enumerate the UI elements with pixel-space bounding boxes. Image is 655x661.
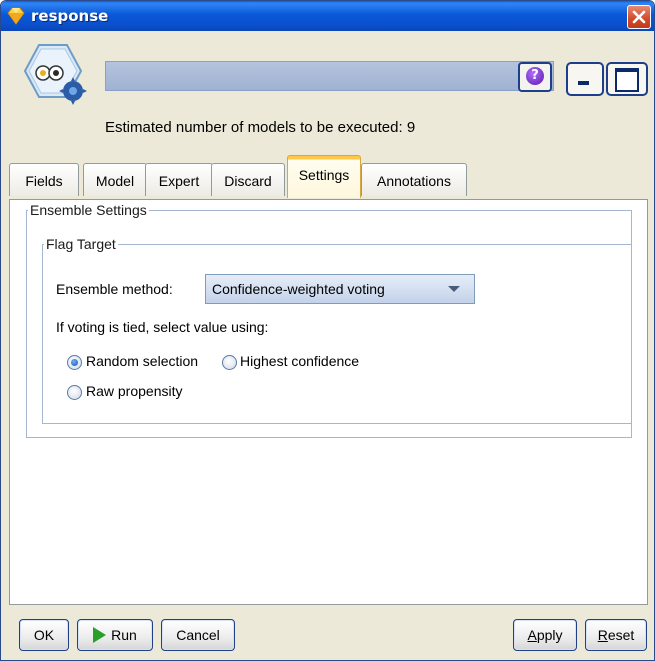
- tab-discard[interactable]: Discard: [211, 163, 285, 196]
- maximize-icon: [615, 68, 639, 92]
- flag-target-label: Flag Target: [44, 236, 118, 252]
- title-bar[interactable]: response: [1, 1, 654, 31]
- chevron-down-icon: [448, 286, 460, 292]
- tab-expert[interactable]: Expert: [145, 163, 213, 196]
- settings-panel: Ensemble Settings Flag Target Ensemble m…: [9, 199, 648, 605]
- close-icon: [632, 10, 646, 24]
- random-selection-label[interactable]: Random selection: [86, 353, 198, 369]
- diamond-logo-icon: [7, 7, 25, 25]
- minimize-icon: [578, 81, 589, 85]
- play-icon: [93, 627, 107, 643]
- maximize-button[interactable]: [606, 62, 648, 96]
- tab-annotations[interactable]: Annotations: [361, 163, 467, 196]
- reset-mnemonic: R: [597, 627, 608, 643]
- ensemble-settings-label: Ensemble Settings: [28, 202, 149, 218]
- tab-settings[interactable]: Settings: [287, 155, 361, 198]
- run-button[interactable]: Run: [77, 619, 153, 651]
- tab-fields[interactable]: Fields: [9, 163, 79, 196]
- close-button[interactable]: [627, 5, 651, 29]
- run-label: Run: [111, 627, 137, 643]
- highest-confidence-label[interactable]: Highest confidence: [240, 353, 359, 369]
- tie-break-label: If voting is tied, select value using:: [56, 319, 269, 335]
- tab-model[interactable]: Model: [83, 163, 147, 196]
- apply-button[interactable]: Apply: [513, 619, 577, 651]
- highest-confidence-radio[interactable]: [222, 355, 237, 370]
- dialog-window: response ? Estimated number of models to…: [0, 0, 655, 661]
- ensemble-method-select[interactable]: Confidence-weighted voting: [205, 274, 475, 304]
- ensemble-method-label: Ensemble method:: [56, 281, 173, 297]
- node-name-field[interactable]: [105, 61, 554, 91]
- raw-propensity-label[interactable]: Raw propensity: [86, 383, 183, 399]
- random-selection-radio[interactable]: [67, 355, 82, 370]
- apply-label: pply: [536, 627, 563, 643]
- minimize-button[interactable]: [566, 62, 604, 96]
- tab-bar: Fields Model Expert Discard Settings Ann…: [1, 147, 654, 199]
- reset-label: eset: [607, 627, 635, 643]
- apply-mnemonic: A: [527, 627, 537, 643]
- help-button[interactable]: ?: [518, 62, 552, 92]
- ok-button[interactable]: OK: [19, 619, 69, 651]
- window-title: response: [31, 7, 109, 25]
- raw-propensity-radio[interactable]: [67, 385, 82, 400]
- cancel-button[interactable]: Cancel: [161, 619, 235, 651]
- reset-button[interactable]: Reset: [585, 619, 647, 651]
- help-icon: ?: [526, 67, 544, 85]
- estimated-models-text: Estimated number of models to be execute…: [105, 119, 416, 136]
- auto-classifier-node-icon: [23, 44, 87, 105]
- node-header: ? Estimated number of models to be execu…: [1, 31, 654, 147]
- ensemble-method-value: Confidence-weighted voting: [212, 281, 385, 297]
